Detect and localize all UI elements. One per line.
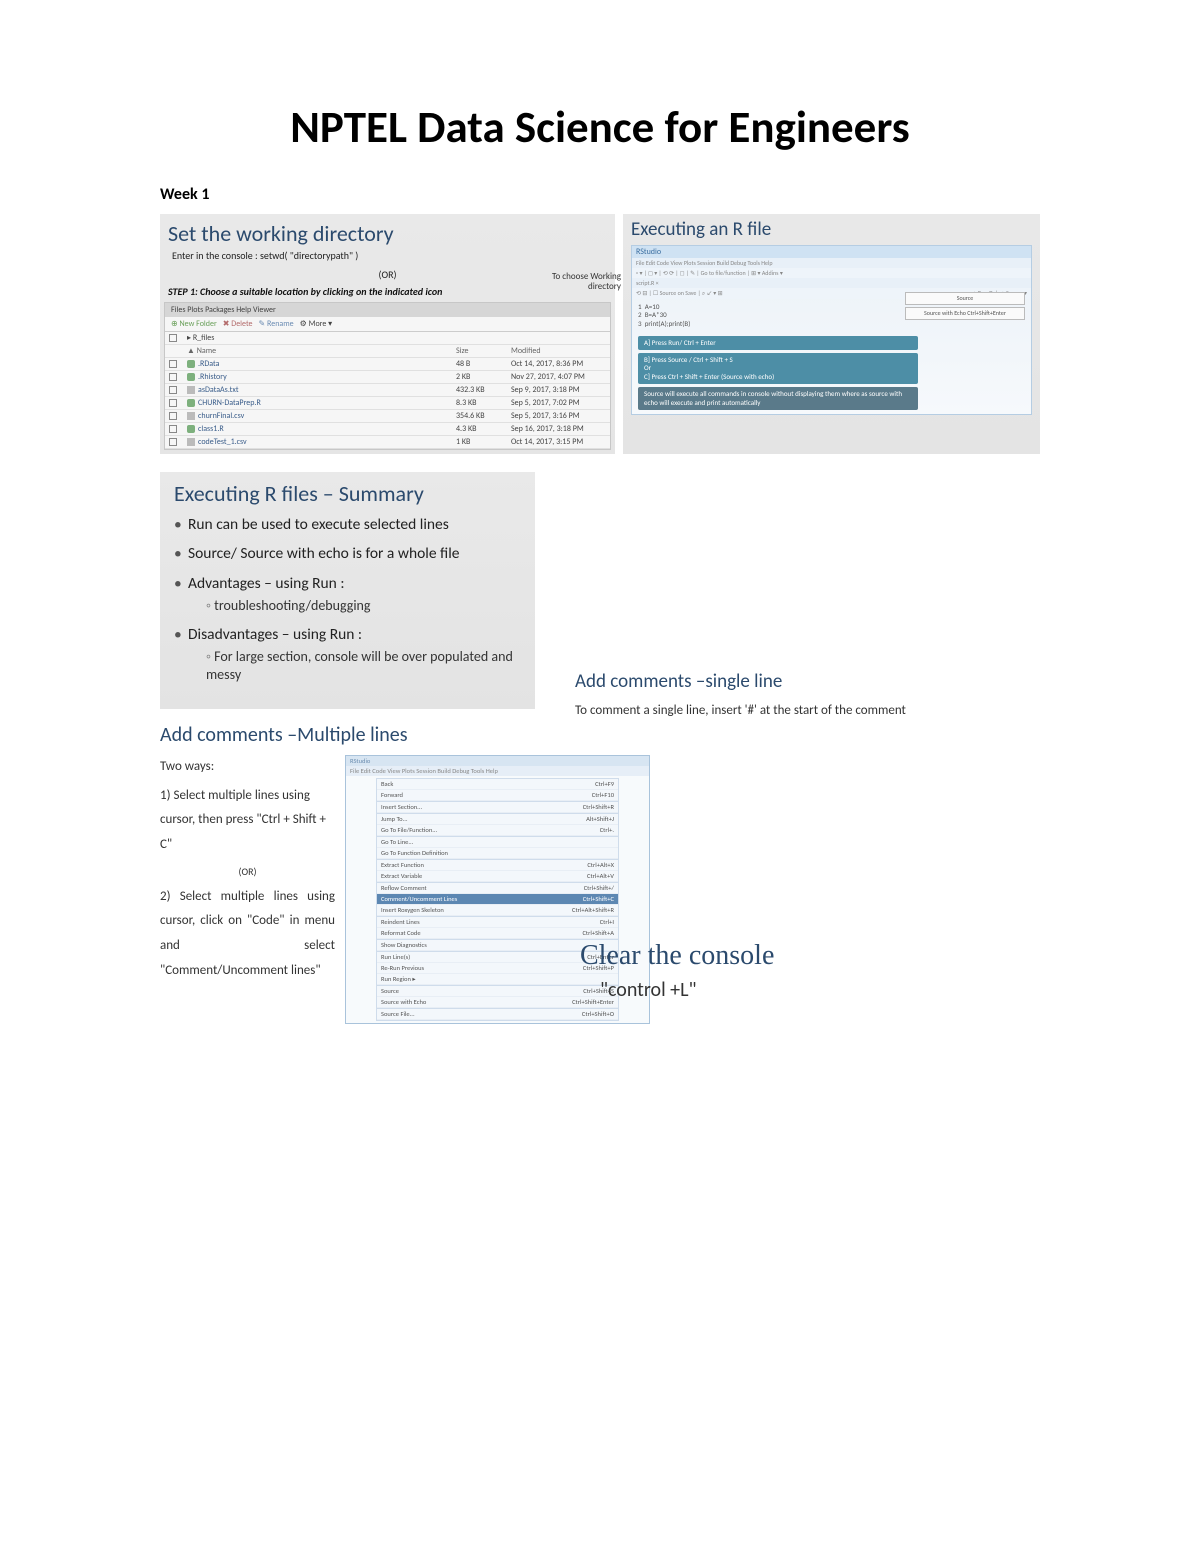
panel-comment-multi: Add comments –Multiple lines Two ways: 1…	[160, 723, 650, 1024]
summary-b3: Advantages – using Run : troubleshooting…	[174, 574, 523, 615]
summary-b2: Source/ Source with echo is for a whole …	[174, 544, 523, 563]
wd-console-instruction: Enter in the console : setwd( "directory…	[160, 249, 615, 268]
files-path[interactable]: ▸ R_files	[165, 332, 610, 345]
panel-working-directory: Set the working directory Enter in the c…	[160, 214, 615, 454]
table-row[interactable]: .Rhistory2 KBNov 27, 2017, 4:07 PM	[165, 371, 610, 384]
rstudio-toolbar[interactable]: ◦ ▾ | ◻ ▾ | ⟲ ⟳ | ◻ | ✎ | Go to file/fun…	[632, 268, 1031, 278]
menu-item[interactable]: Insert Section...Ctrl+Shift+R	[377, 802, 618, 813]
menu-item[interactable]: Comment/Uncomment LinesCtrl+Shift+C	[377, 894, 618, 905]
file-icon	[187, 386, 195, 394]
week-label: Week 1	[160, 185, 1040, 204]
file-icon	[187, 373, 195, 381]
cmtM-text: Two ways: 1) Select multiple lines using…	[160, 755, 335, 1024]
table-row[interactable]: codeTest_1.csv1 KBOct 14, 2017, 3:15 PM	[165, 436, 610, 449]
file-icon	[187, 399, 195, 407]
summary-b3-sub: troubleshooting/debugging	[206, 597, 523, 615]
doc-title: NPTEL Data Science for Engineers	[160, 100, 1040, 155]
menu-item[interactable]: Go To File/Function...Ctrl+.	[377, 825, 618, 836]
panel-summary: Executing R files – Summary Run can be u…	[160, 472, 535, 709]
cmtM-p2: 2) Select multiple lines using cursor, c…	[160, 885, 335, 984]
source-button[interactable]: Source	[905, 292, 1025, 305]
panel-comment-single: Add comments –single line To comment a s…	[575, 670, 925, 722]
rstudio-script-tab[interactable]: script.R ×	[632, 278, 1031, 288]
file-icon	[187, 438, 195, 446]
wd-balloon: To choose Workingdirectory	[552, 272, 621, 292]
callout-a: A] Press Run/ Ctrl + Enter	[638, 336, 918, 350]
callout-b: B] Press Source / Ctrl + Shift + S Or C]…	[638, 353, 918, 384]
code-menu-bar[interactable]: File Edit Code View Plots Session Build …	[346, 766, 649, 776]
checkbox[interactable]	[169, 360, 177, 368]
wd-or: (OR)	[160, 268, 615, 285]
summary-list: Run can be used to execute selected line…	[174, 515, 523, 683]
wd-heading: Set the working directory	[160, 214, 615, 249]
rstudio-menubar[interactable]: File Edit Code View Plots Session Build …	[632, 258, 1031, 268]
summary-heading: Executing R files – Summary	[174, 480, 523, 507]
menu-item[interactable]: Extract FunctionCtrl+Alt+X	[377, 860, 618, 871]
checkbox[interactable]	[169, 386, 177, 394]
exec-heading: Executing an R file	[623, 214, 1040, 243]
table-row[interactable]: asDataAs.txt432.3 KBSep 9, 2017, 3:18 PM	[165, 384, 610, 397]
files-tabs[interactable]: Files Plots Packages Help Viewer	[165, 303, 610, 317]
more-button[interactable]: ⚙ More ▾	[300, 319, 333, 329]
checkbox[interactable]	[169, 425, 177, 433]
cmtM-heading: Add comments –Multiple lines	[160, 723, 650, 747]
table-row[interactable]: .RData48 BOct 14, 2017, 8:36 PM	[165, 358, 610, 371]
menu-item[interactable]: Extract VariableCtrl+Alt+V	[377, 871, 618, 882]
table-row[interactable]: CHURN-DataPrep.R8.3 KBSep 5, 2017, 7:02 …	[165, 397, 610, 410]
table-row[interactable]: class1.R4.3 KBSep 16, 2017, 3:18 PM	[165, 423, 610, 436]
menu-item[interactable]: BackCtrl+F9	[377, 779, 618, 790]
menu-item[interactable]: Reindent LinesCtrl+I	[377, 917, 618, 928]
clear-body: "control +L"	[580, 978, 880, 1002]
delete-button[interactable]: ✖ Delete	[223, 319, 253, 329]
menu-item[interactable]: Source File...Ctrl+Shift+O	[377, 1009, 618, 1020]
menu-item[interactable]: Reformat CodeCtrl+Shift+A	[377, 928, 618, 939]
summary-b4: Disadvantages – using Run : For large se…	[174, 625, 523, 683]
rstudio-source-dropdown[interactable]: Source Source with Echo Ctrl+Shift+Enter	[905, 292, 1025, 322]
summary-b1: Run can be used to execute selected line…	[174, 515, 523, 534]
rstudio-window: RStudio File Edit Code View Plots Sessio…	[631, 245, 1032, 415]
menu-item[interactable]: Go To Line...	[377, 837, 618, 848]
source-echo-button[interactable]: Source with Echo Ctrl+Shift+Enter	[905, 307, 1025, 320]
file-icon	[187, 412, 195, 420]
cmt1-heading: Add comments –single line	[575, 670, 925, 693]
rename-button[interactable]: ✎ Rename	[259, 319, 294, 329]
checkbox[interactable]	[169, 412, 177, 420]
cmt1-body: To comment a single line, insert '#' at …	[575, 699, 925, 722]
cmtM-or: (OR)	[160, 862, 335, 881]
menu-item[interactable]: Reflow CommentCtrl+Shift+/	[377, 883, 618, 894]
cmtM-p1: 1) Select multiple lines using cursor, t…	[160, 784, 335, 858]
wd-step1: STEP 1: Choose a suitable location by cl…	[160, 285, 615, 302]
panel-executing-rfile: Executing an R file RStudio File Edit Co…	[623, 214, 1040, 454]
panel-clear-console: Clear the console "control +L"	[580, 940, 880, 1002]
new-folder-button[interactable]: ⊕ New Folder	[171, 319, 217, 329]
file-icon	[187, 425, 195, 433]
rstudio-titlebar: RStudio	[632, 246, 1031, 258]
menu-item[interactable]: Insert Roxygen SkeletonCtrl+Alt+Shift+R	[377, 905, 618, 916]
checkbox[interactable]	[169, 399, 177, 407]
menu-item[interactable]: Go To Function Definition	[377, 848, 618, 859]
checkbox[interactable]	[169, 334, 177, 342]
summary-b4-sub: For large section, console will be over …	[206, 648, 523, 683]
callout-note: Source will execute all commands in cons…	[638, 387, 918, 410]
files-header: ▲ Name Size Modified	[165, 345, 610, 358]
clear-heading: Clear the console	[580, 940, 880, 972]
checkbox[interactable]	[169, 438, 177, 446]
code-menu-title: RStudio	[346, 756, 649, 766]
cmtM-two: Two ways:	[160, 755, 335, 780]
checkbox[interactable]	[169, 373, 177, 381]
menu-item[interactable]: ForwardCtrl+F10	[377, 790, 618, 801]
table-row[interactable]: churnFinal.csv354.6 KBSep 5, 2017, 3:16 …	[165, 410, 610, 423]
menu-item[interactable]: Jump To...Alt+Shift+J	[377, 814, 618, 825]
exec-callouts: A] Press Run/ Ctrl + Enter B] Press Sour…	[638, 333, 918, 410]
files-toolbar[interactable]: ⊕ New Folder ✖ Delete ✎ Rename ⚙ More ▾	[165, 317, 610, 332]
file-icon	[187, 360, 195, 368]
files-pane: Files Plots Packages Help Viewer ⊕ New F…	[164, 302, 611, 450]
